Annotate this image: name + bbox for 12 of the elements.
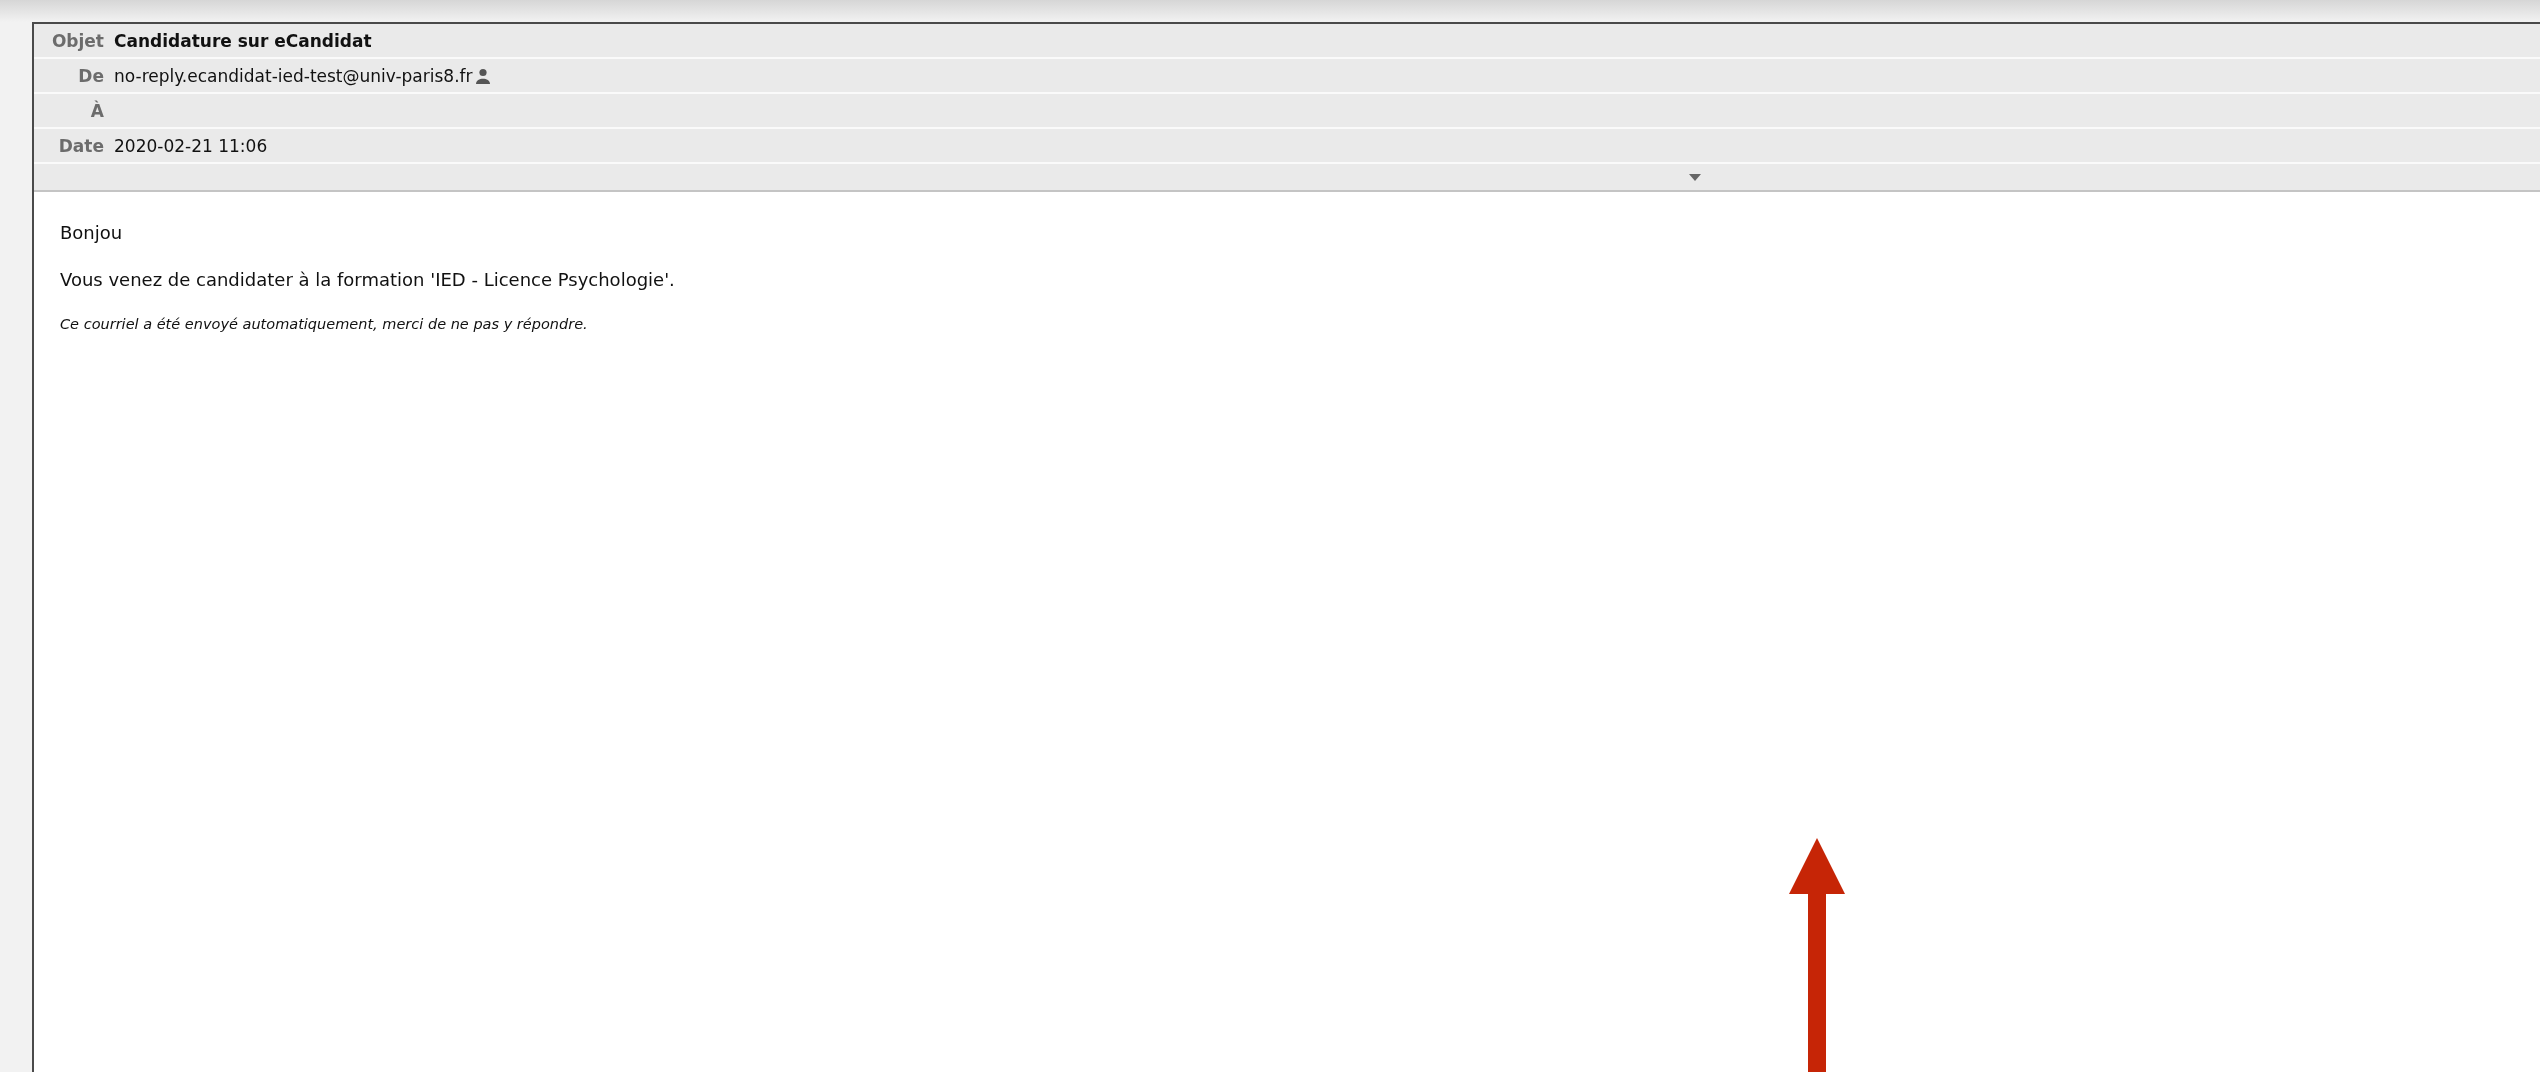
field-label: De <box>77 65 105 86</box>
field-label: Date <box>57 135 105 156</box>
caret-icon[interactable] <box>1689 173 1701 181</box>
field-label: À <box>89 100 105 121</box>
field-label: Objet <box>50 30 105 51</box>
person-icon[interactable] <box>475 67 490 84</box>
message-text: Bonjou <box>60 222 124 243</box>
field-value: 2020-02-21 11:06 <box>114 135 268 156</box>
field-value: no-reply.ecandidat-ied-test@univ-paris8.fr <box>114 65 473 86</box>
message-text: Vous venez de candidater à la formation 'IED - Licence Psychologie'. <box>60 269 676 290</box>
message-text: Ce courriel a été envoyé automatiquement, merci de ne pas y répondre. <box>60 316 589 332</box>
field-value: Candidature sur eCandidat <box>114 30 372 51</box>
